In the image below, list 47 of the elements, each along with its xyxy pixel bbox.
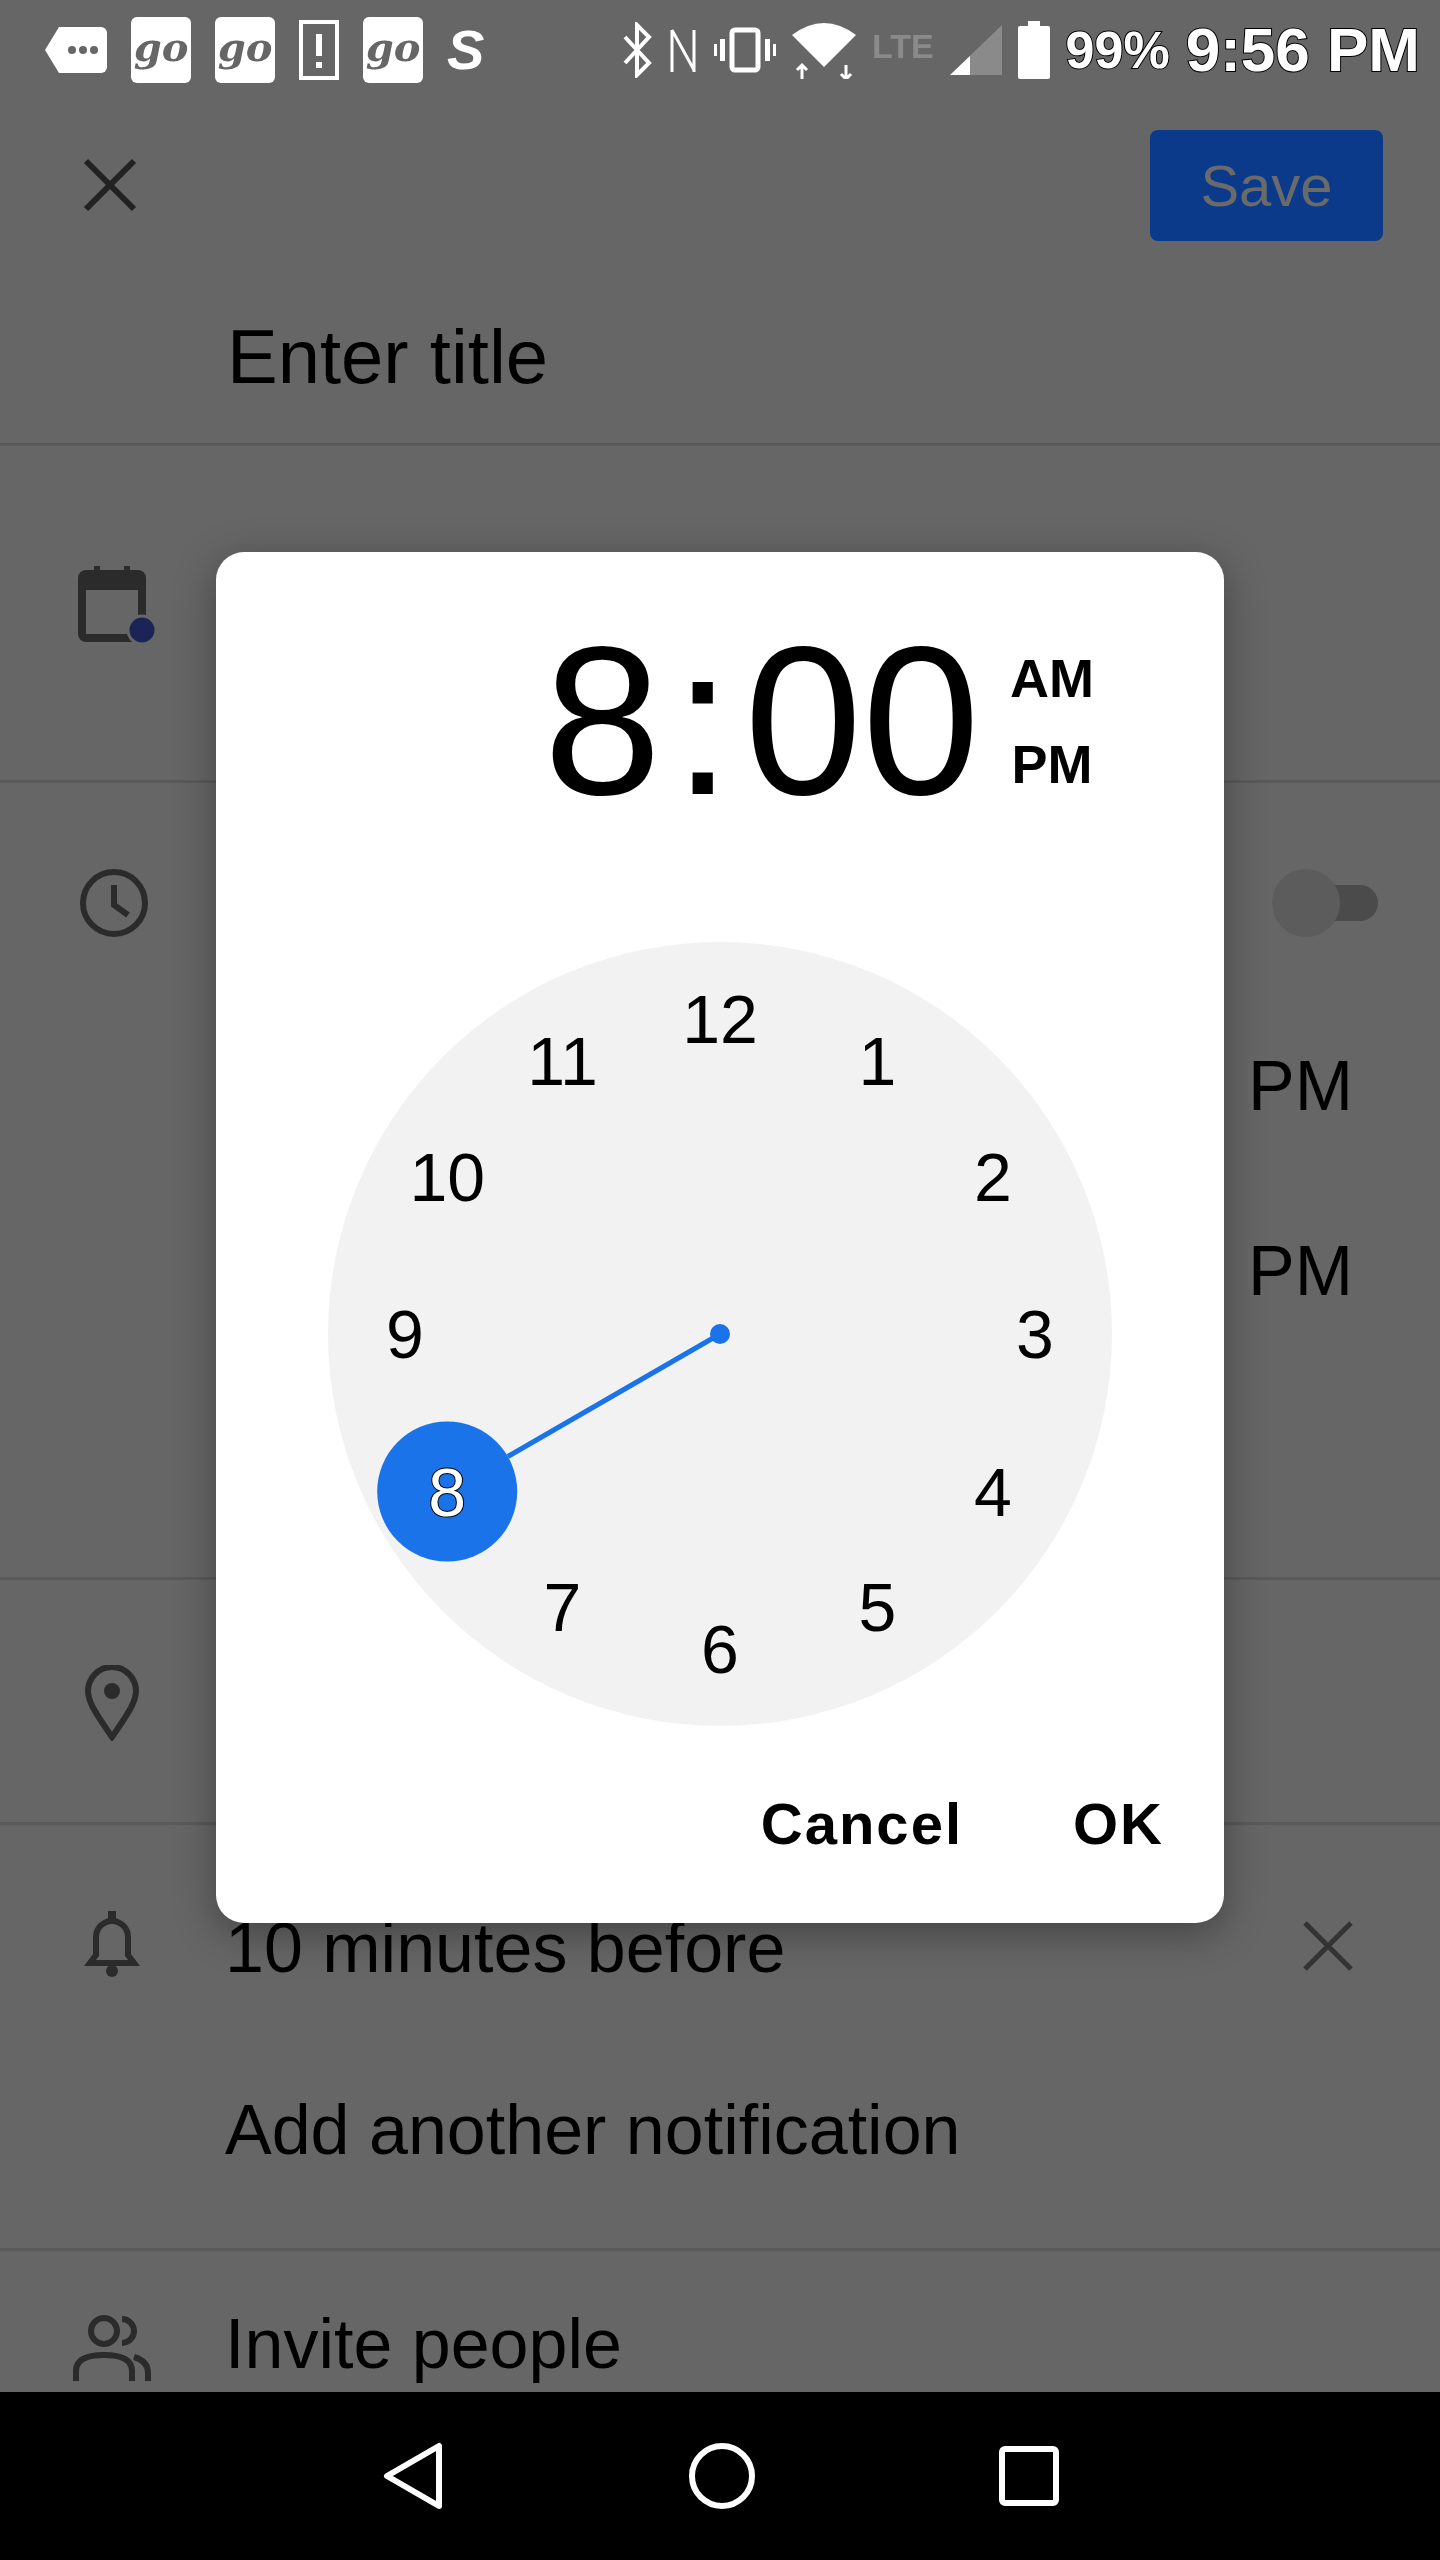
bluetooth-icon: [621, 22, 652, 78]
wifi-icon: [791, 21, 856, 79]
hour-number[interactable]: 8: [428, 1453, 467, 1530]
cancel-button[interactable]: Cancel: [750, 1774, 973, 1873]
ok-button[interactable]: OK: [1063, 1774, 1174, 1873]
hour-number[interactable]: 1: [858, 1023, 897, 1100]
minute-display[interactable]: 00: [744, 615, 980, 827]
hour-number[interactable]: 3: [1016, 1296, 1054, 1372]
notification-text: 10 minutes before: [225, 1913, 786, 1983]
hour-number[interactable]: 9: [386, 1296, 424, 1372]
clock-icon: [78, 867, 150, 939]
clock-time: 9:56 PM: [1185, 19, 1420, 81]
hour-number[interactable]: 12: [682, 981, 758, 1057]
close-icon[interactable]: [82, 157, 138, 213]
hour-number[interactable]: 6: [701, 1611, 739, 1687]
chat-icon: [45, 27, 107, 73]
hour-number[interactable]: 4: [973, 1453, 1012, 1530]
calendar-icon: [78, 564, 158, 644]
title-field[interactable]: Enter title: [225, 312, 1225, 401]
add-notification-link[interactable]: Add another notification: [225, 2095, 961, 2165]
remove-icon[interactable]: [1302, 1920, 1354, 1972]
time-separator: :: [673, 615, 733, 827]
am-option[interactable]: AM: [1010, 651, 1094, 705]
alert-icon: [299, 20, 339, 80]
home-icon[interactable]: [688, 2442, 756, 2510]
vibrate-icon: [713, 27, 776, 73]
end-time-label: PM: [1248, 1236, 1353, 1306]
hour-number[interactable]: 5: [858, 1568, 897, 1645]
app-logo-icon: go: [363, 17, 423, 83]
recents-icon[interactable]: [998, 2446, 1059, 2506]
end-time-label: PM: [1248, 1051, 1353, 1121]
hour-number[interactable]: 7: [543, 1568, 582, 1645]
hour-display[interactable]: 8: [543, 615, 662, 827]
app-logo-icon: go: [131, 17, 191, 83]
signal-icon: [949, 25, 1002, 75]
location-pin-icon: [84, 1665, 140, 1741]
hour-number[interactable]: 2: [973, 1138, 1012, 1215]
hour-number[interactable]: 10: [409, 1138, 485, 1215]
clock-hand[interactable]: [506, 1324, 730, 1459]
battery-percent: 99%: [1065, 24, 1170, 76]
selected-hour-marker[interactable]: [377, 1421, 518, 1562]
pm-option[interactable]: PM: [1010, 737, 1094, 791]
battery-icon: [1017, 21, 1050, 79]
clock-dial[interactable]: [328, 942, 1112, 1726]
app-logo-icon: go: [215, 17, 275, 83]
hour-number[interactable]: 11: [527, 1023, 598, 1100]
app-logo-icon: S: [447, 22, 485, 78]
